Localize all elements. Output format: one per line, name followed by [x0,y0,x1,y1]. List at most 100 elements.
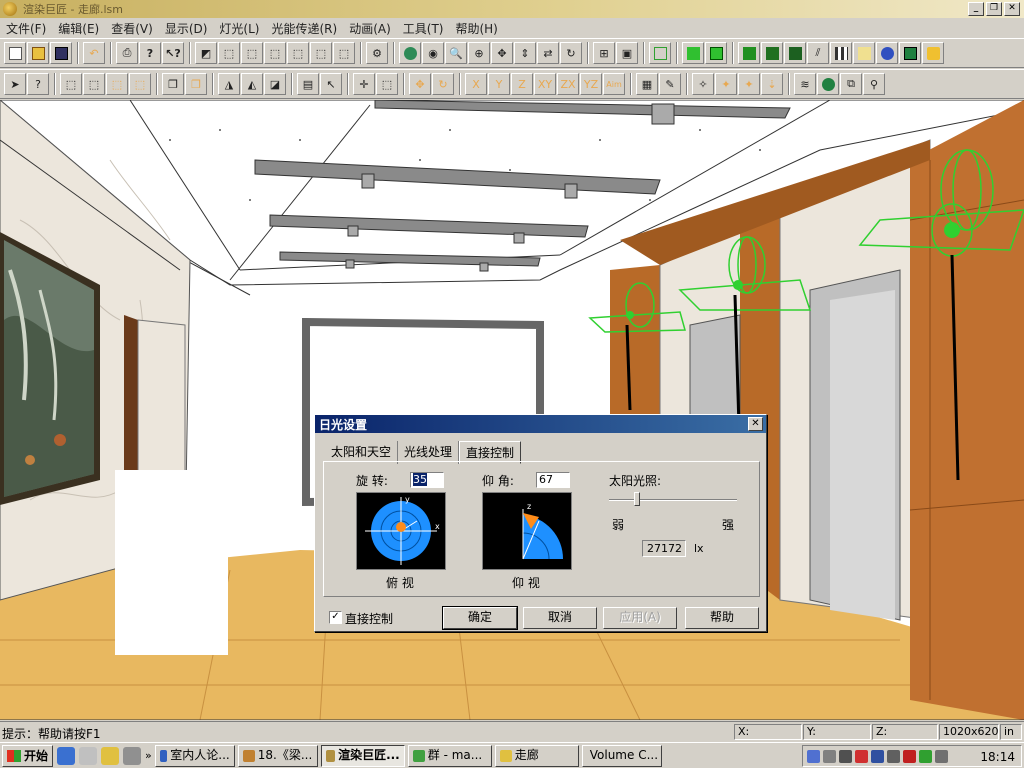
plane-zx-button[interactable]: ZX [557,73,579,95]
top-view-dial[interactable]: y x [356,492,446,570]
tray-icon[interactable] [823,749,836,763]
menu-help[interactable]: 帮助(H) [449,20,503,37]
view-cube-front-icon[interactable]: ⬚ [218,42,240,64]
desktop-icon[interactable] [101,746,120,765]
select-cross-icon[interactable]: ⬚ [106,73,128,95]
zoom-region-icon[interactable]: 🔍 [445,42,467,64]
print-icon[interactable]: ⎙ [116,42,138,64]
menu-lights[interactable]: 灯光(L) [213,20,265,37]
axis-x-button[interactable]: X [465,73,487,95]
tray-icon[interactable] [919,749,932,763]
radiosity-icon[interactable] [817,73,839,95]
lamp-icon[interactable]: ⚲ [863,73,885,95]
pan-icon[interactable]: ✥ [491,42,513,64]
render-region-icon[interactable] [761,42,783,64]
help-icon[interactable]: ? [139,42,161,64]
view-cube-left-icon[interactable]: ⬚ [264,42,286,64]
browser-icon[interactable] [57,746,76,765]
save-icon[interactable] [50,42,72,64]
light-icon[interactable]: ✦ [738,73,760,95]
task-item-active[interactable]: 渲染巨匠... [320,744,405,767]
process-icon[interactable]: ⧉ [840,73,862,95]
aim-button[interactable]: Aim [603,73,625,95]
select-arrow-icon[interactable]: ➤ [4,73,26,95]
sun-settings-icon[interactable] [922,42,944,64]
surface-edit-icon[interactable]: ◭ [241,73,263,95]
menu-radiosity[interactable]: 光能传递(R) [265,20,343,37]
move-cross-icon[interactable]: ✛ [353,73,375,95]
rotation-input[interactable]: 35 [410,472,444,488]
orbit-icon[interactable] [399,42,421,64]
app-icon[interactable] [3,2,17,16]
task-item[interactable]: 室内人论... [154,744,235,767]
light-list-icon[interactable]: ▦ [636,73,658,95]
walk-icon[interactable]: ⇄ [537,42,559,64]
select-fence-icon[interactable]: ⬚ [129,73,151,95]
paste-icon[interactable]: ❐ [185,73,207,95]
task-item[interactable]: 走廊 [494,744,579,767]
render-icon[interactable] [738,42,760,64]
help-button[interactable]: 帮助 [685,607,759,629]
open-folder-icon[interactable] [27,42,49,64]
zoom-extents-icon[interactable]: ⊞ [593,42,615,64]
menu-display[interactable]: 显示(D) [159,20,214,37]
camera-settings-icon[interactable]: ⚙ [366,42,388,64]
pointer-icon[interactable]: ↖ [320,73,342,95]
material-icon[interactable] [784,42,806,64]
axis-y-button[interactable]: Y [488,73,510,95]
view-cube-back-icon[interactable]: ⬚ [241,42,263,64]
elevation-input[interactable]: 67 [536,472,570,488]
tray-icon[interactable] [903,749,916,763]
context-help-icon[interactable]: ↖? [162,42,184,64]
sunlight-slider-track[interactable] [609,499,737,501]
texture-map-icon[interactable] [830,42,852,64]
rotate-view-icon[interactable]: ↻ [560,42,582,64]
select-window-icon[interactable]: ⬚ [83,73,105,95]
view-cube-top-icon[interactable]: ⬚ [310,42,332,64]
restore-icon[interactable]: ❐ [986,2,1002,16]
move-select-icon[interactable]: ⬚ [376,73,398,95]
image-icon[interactable] [899,42,921,64]
task-item[interactable]: Volume C... [581,744,662,767]
task-item[interactable]: 群 - ma... [407,744,492,767]
view-cube-bottom-icon[interactable]: ⬚ [333,42,355,64]
settings-icon[interactable] [123,746,142,765]
zoom-all-icon[interactable]: ▣ [616,42,638,64]
network-icon[interactable] [79,746,98,765]
cancel-button[interactable]: 取消 [523,607,597,629]
linear-light-icon[interactable]: ⇣ [761,73,783,95]
menu-tools[interactable]: 工具(T) [397,20,450,37]
ok-button[interactable]: 确定 [442,606,518,630]
color-swatch-icon[interactable] [853,42,875,64]
view-perspective-icon[interactable]: ◩ [195,42,217,64]
spot-light-icon[interactable]: ✧ [692,73,714,95]
tray-icon[interactable] [871,749,884,763]
undo-icon[interactable]: ↶ [83,42,105,64]
surface-tool-icon[interactable]: ◪ [264,73,286,95]
zoom-icon[interactable]: ⊕ [468,42,490,64]
copy-icon[interactable]: ❐ [162,73,184,95]
plane-xy-button[interactable]: XY [534,73,556,95]
layer-icon[interactable]: ▤ [297,73,319,95]
menu-view[interactable]: 查看(V) [105,20,159,37]
dolly-icon[interactable]: ⇕ [514,42,536,64]
sunlight-slider-thumb[interactable] [634,492,641,506]
start-button[interactable]: 开始 [2,744,54,767]
close-icon[interactable]: ✕ [1004,2,1020,16]
texture-icon[interactable]: ⫽ [807,42,829,64]
tray-icon[interactable] [807,749,820,763]
close-icon[interactable]: ✕ [748,417,763,431]
shaded-mode-icon[interactable] [682,42,704,64]
rotate-icon[interactable]: ↻ [432,73,454,95]
layers-icon[interactable]: ≋ [794,73,816,95]
orbit-camera-icon[interactable]: ◉ [422,42,444,64]
select-help-icon[interactable]: ? [27,73,49,95]
axis-z-button[interactable]: Z [511,73,533,95]
minimize-icon[interactable]: _ [968,2,984,16]
tray-icon[interactable] [855,749,868,763]
select-region-icon[interactable]: ⬚ [60,73,82,95]
tray-icon[interactable] [887,749,900,763]
more-icon[interactable]: » [145,749,152,762]
menu-file[interactable]: 文件(F) [0,20,52,37]
move-icon[interactable]: ✥ [409,73,431,95]
